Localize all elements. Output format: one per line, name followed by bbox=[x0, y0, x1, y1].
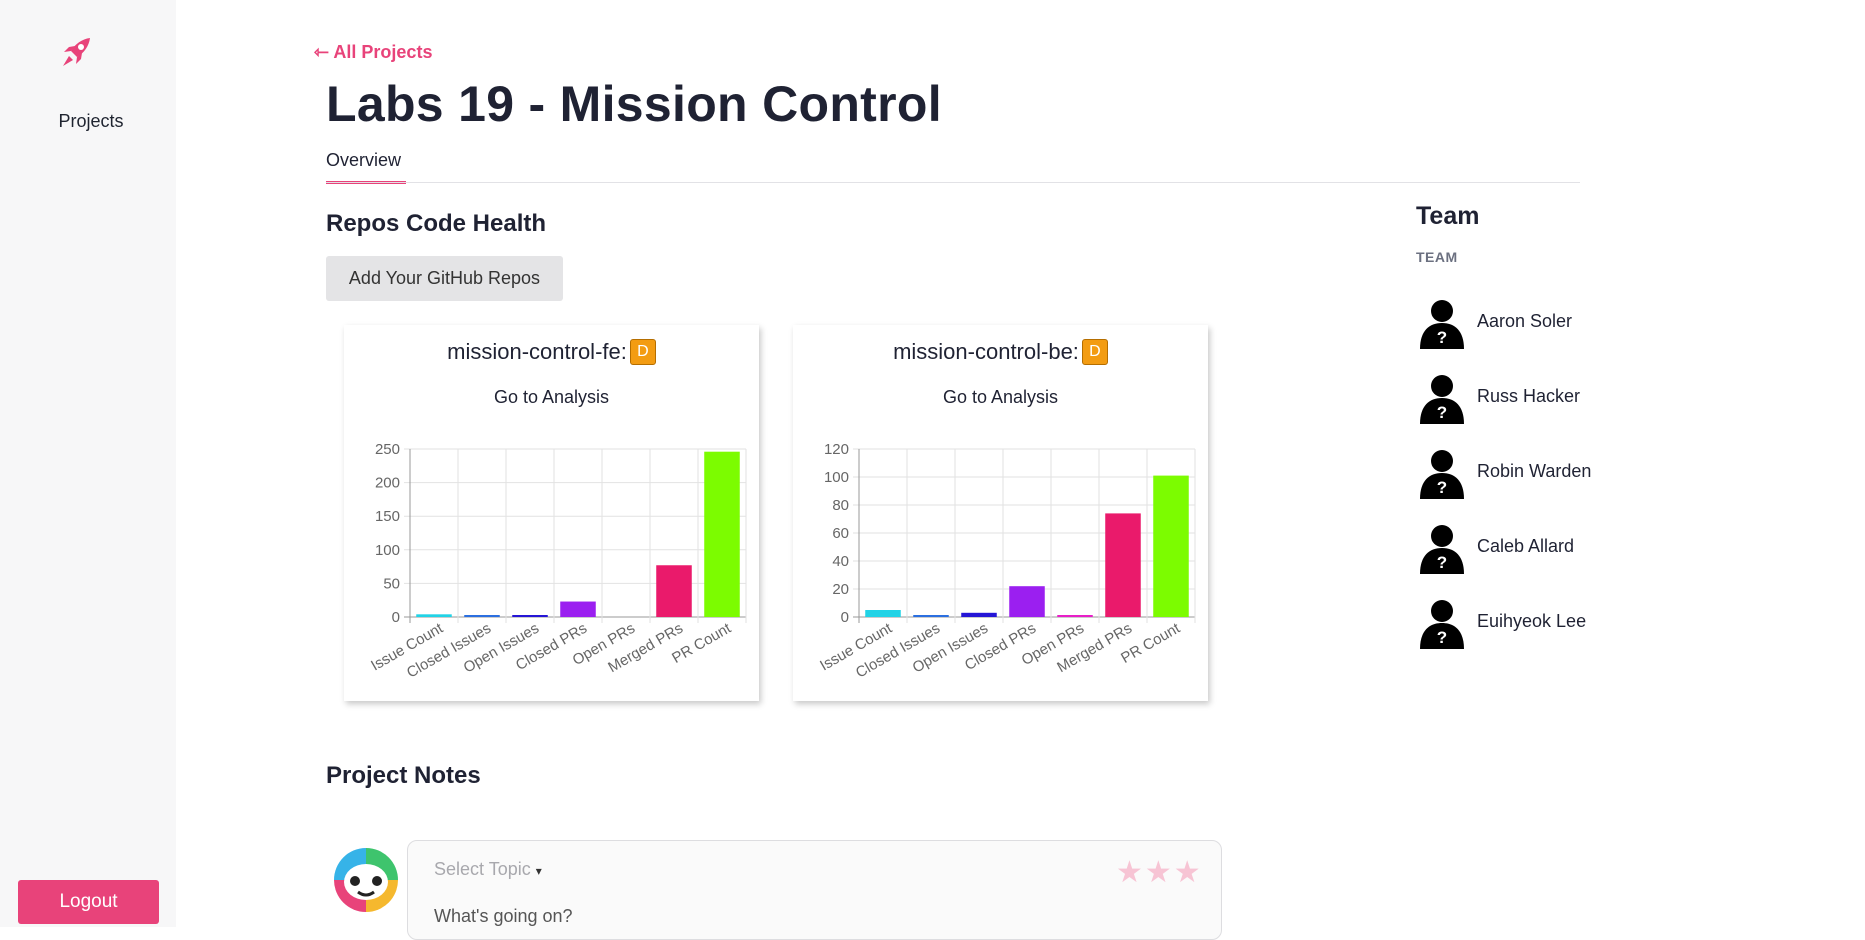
team-member-name: Caleb Allard bbox=[1477, 536, 1575, 556]
y-tick-label: 50 bbox=[383, 575, 400, 592]
tab-overview[interactable]: Overview bbox=[326, 150, 406, 184]
user-silhouette-icon: ? bbox=[1420, 600, 1464, 649]
bar[interactable] bbox=[416, 614, 452, 617]
select-topic-dropdown[interactable]: Select Topic ▾ bbox=[434, 859, 542, 880]
team-member[interactable]: ? Aaron Soler bbox=[1416, 295, 1616, 351]
svg-text:?: ? bbox=[1437, 328, 1447, 347]
svg-text:?: ? bbox=[1437, 478, 1447, 497]
bar[interactable] bbox=[913, 615, 949, 617]
page-title: Labs 19 - Mission Control bbox=[326, 76, 942, 132]
y-tick-label: 200 bbox=[375, 475, 400, 492]
user-silhouette-icon: ? bbox=[1420, 375, 1464, 424]
grade-badge: D bbox=[629, 339, 656, 365]
note-composer: Select Topic ▾ ★★★ What's going on? bbox=[407, 840, 1222, 940]
repo-card-be: mission-control-be: D Go to Analysis 0 20 4… bbox=[793, 325, 1208, 701]
y-tick-label: 80 bbox=[832, 497, 849, 514]
team-member[interactable]: ? Euihyeok Lee bbox=[1416, 595, 1616, 651]
repo-health-chart: 050100150200250Issue CountClosed IssuesO… bbox=[368, 441, 747, 682]
repo-name: mission-control-fe: bbox=[447, 339, 627, 364]
y-tick-label: 150 bbox=[375, 508, 400, 525]
team-subheading: TEAM bbox=[1416, 249, 1458, 265]
repo-card-title: mission-control-be: D bbox=[793, 339, 1208, 365]
user-silhouette-icon: ? bbox=[1420, 300, 1464, 349]
bar[interactable] bbox=[961, 612, 997, 617]
y-tick-label: 20 bbox=[832, 581, 849, 598]
star-rating[interactable]: ★★★ bbox=[1116, 855, 1203, 890]
user-avatar bbox=[334, 848, 398, 912]
bar[interactable] bbox=[1153, 475, 1189, 617]
y-tick-label: 100 bbox=[824, 469, 849, 486]
repos-heading: Repos Code Health bbox=[326, 210, 547, 237]
sidebar: Projects Logout bbox=[0, 0, 176, 927]
caret-down-icon: ▾ bbox=[535, 864, 542, 878]
bar[interactable] bbox=[464, 615, 500, 617]
bar[interactable] bbox=[560, 601, 596, 617]
bar[interactable] bbox=[1009, 586, 1045, 617]
user-silhouette-icon: ? bbox=[1420, 450, 1464, 499]
repo-name: mission-control-be: bbox=[893, 339, 1079, 364]
all-projects-link[interactable]: ⇽ All Projects bbox=[314, 42, 432, 63]
bar[interactable] bbox=[865, 610, 901, 617]
svg-text:?: ? bbox=[1437, 553, 1447, 572]
bar[interactable] bbox=[1057, 615, 1093, 617]
team-member[interactable]: ? Caleb Allard bbox=[1416, 520, 1616, 576]
user-silhouette-icon: ? bbox=[1420, 525, 1464, 574]
bar[interactable] bbox=[1105, 513, 1141, 617]
svg-text:?: ? bbox=[1437, 403, 1447, 422]
go-to-analysis-link[interactable]: Go to Analysis bbox=[793, 387, 1208, 408]
y-tick-label: 100 bbox=[375, 542, 400, 559]
bar[interactable] bbox=[656, 565, 692, 617]
repo-card-title: mission-control-fe: D bbox=[344, 339, 759, 365]
bar[interactable] bbox=[704, 451, 740, 617]
y-tick-label: 0 bbox=[841, 609, 849, 626]
team-heading: Team bbox=[1416, 202, 1480, 230]
nav-projects[interactable]: Projects bbox=[0, 111, 182, 132]
project-notes-heading: Project Notes bbox=[326, 762, 481, 789]
bar[interactable] bbox=[512, 615, 548, 617]
y-tick-label: 120 bbox=[824, 441, 849, 458]
team-member-name: Aaron Soler bbox=[1477, 311, 1573, 331]
team-member-name: Robin Warden bbox=[1477, 461, 1592, 481]
team-member-name: Russ Hacker bbox=[1477, 386, 1581, 406]
go-to-analysis-link[interactable]: Go to Analysis bbox=[344, 387, 759, 408]
svg-text:?: ? bbox=[1437, 628, 1447, 647]
team-member[interactable]: ? Robin Warden bbox=[1416, 445, 1616, 501]
y-tick-label: 60 bbox=[832, 525, 849, 542]
rocket-icon[interactable] bbox=[60, 36, 92, 70]
y-tick-label: 0 bbox=[392, 609, 400, 626]
y-tick-label: 250 bbox=[375, 441, 400, 458]
team-member-name: Euihyeok Lee bbox=[1477, 611, 1587, 631]
y-tick-label: 40 bbox=[832, 553, 849, 570]
logout-button[interactable]: Logout bbox=[18, 880, 159, 924]
select-topic-label: Select Topic bbox=[434, 859, 531, 879]
note-input[interactable]: What's going on? bbox=[434, 906, 573, 927]
team-member[interactable]: ? Russ Hacker bbox=[1416, 370, 1616, 426]
repo-health-chart: 020406080100120Issue CountClosed IssuesO… bbox=[817, 441, 1196, 682]
repo-card-fe: mission-control-fe: D Go to Analysis 0 50 1… bbox=[344, 325, 759, 701]
add-github-repos-button[interactable]: Add Your GitHub Repos bbox=[326, 256, 563, 301]
grade-badge: D bbox=[1081, 339, 1108, 365]
tab-divider bbox=[326, 182, 1580, 183]
